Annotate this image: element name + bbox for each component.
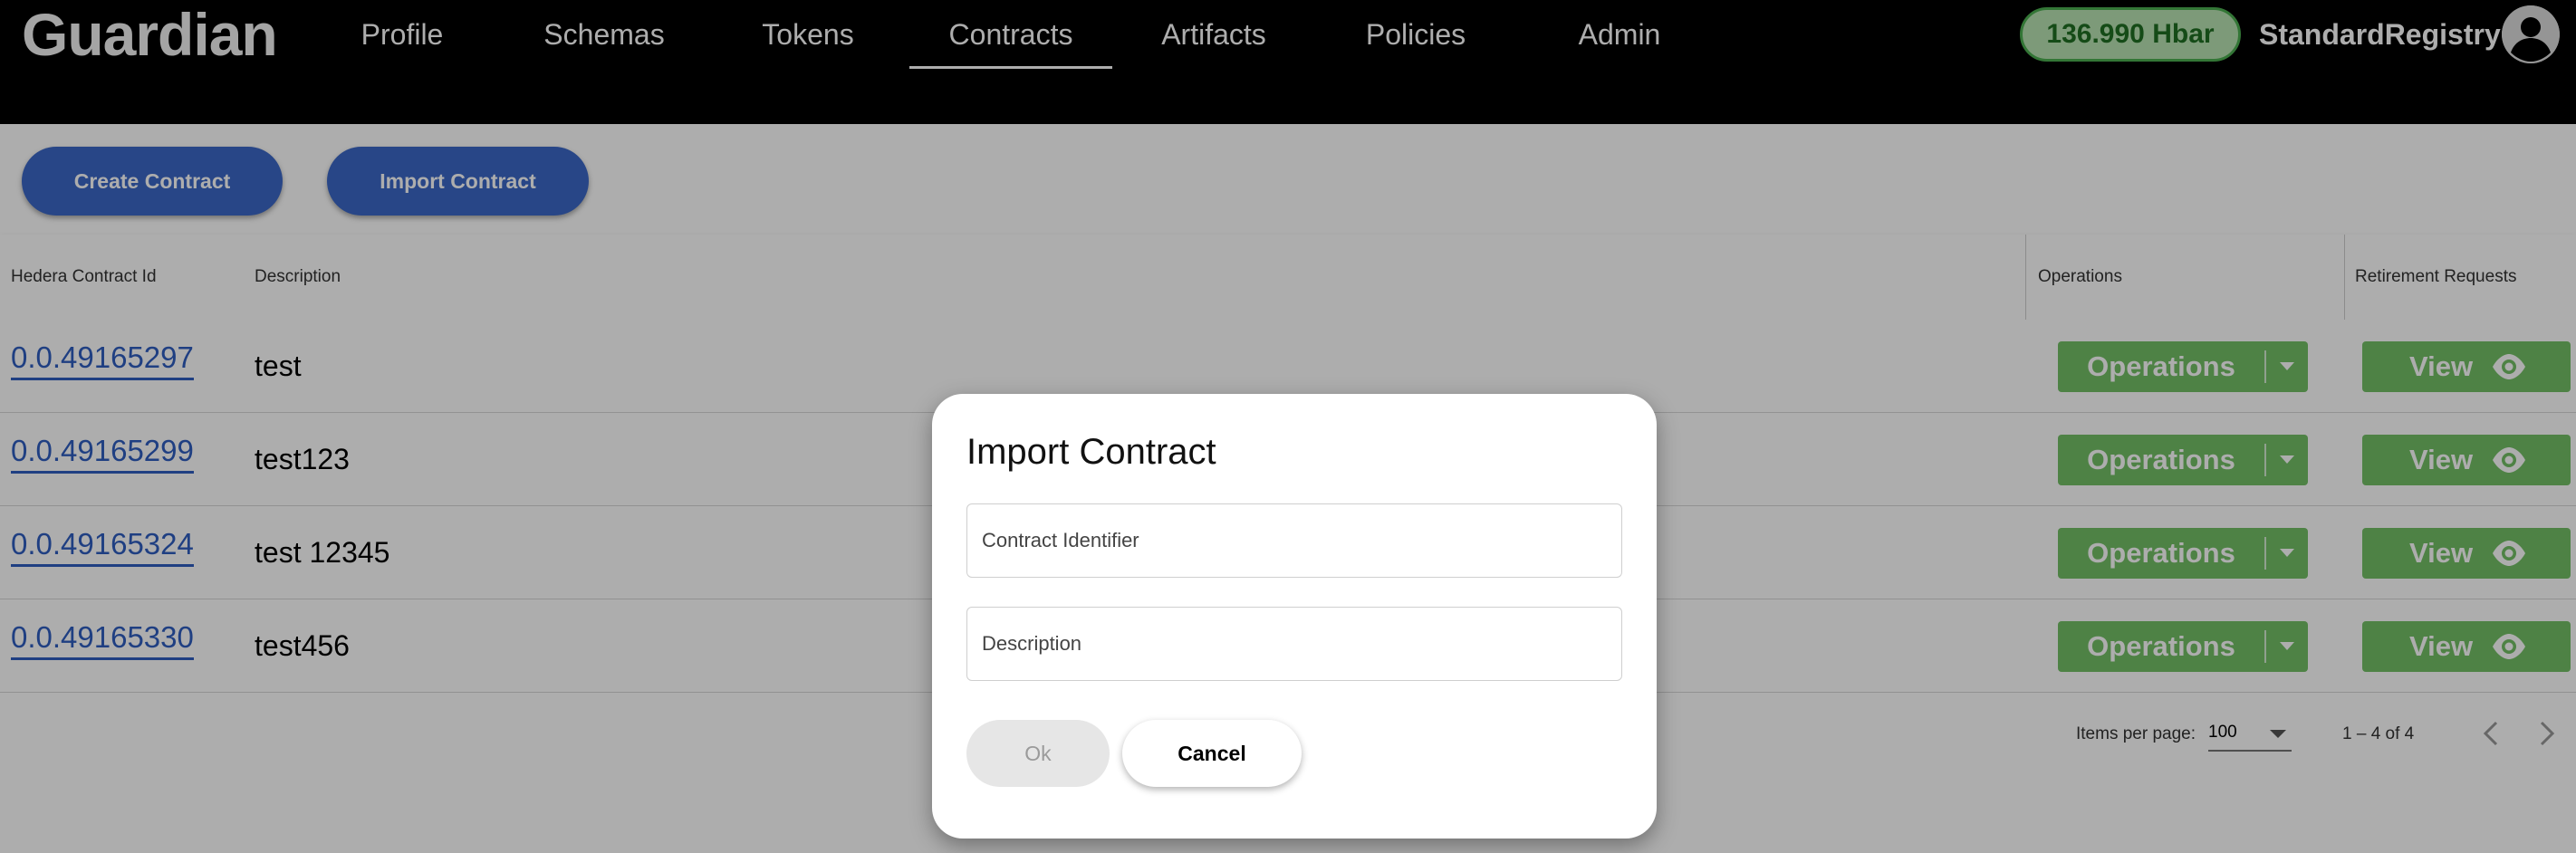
header-extension xyxy=(0,69,2576,124)
ok-button[interactable]: Ok xyxy=(966,720,1110,787)
dialog-title: Import Contract xyxy=(966,432,1216,472)
import-contract-dialog: Import Contract Ok Cancel xyxy=(932,394,1657,839)
contract-identifier-input[interactable] xyxy=(966,503,1622,578)
description-input[interactable] xyxy=(966,607,1622,681)
cancel-button[interactable]: Cancel xyxy=(1122,720,1302,787)
